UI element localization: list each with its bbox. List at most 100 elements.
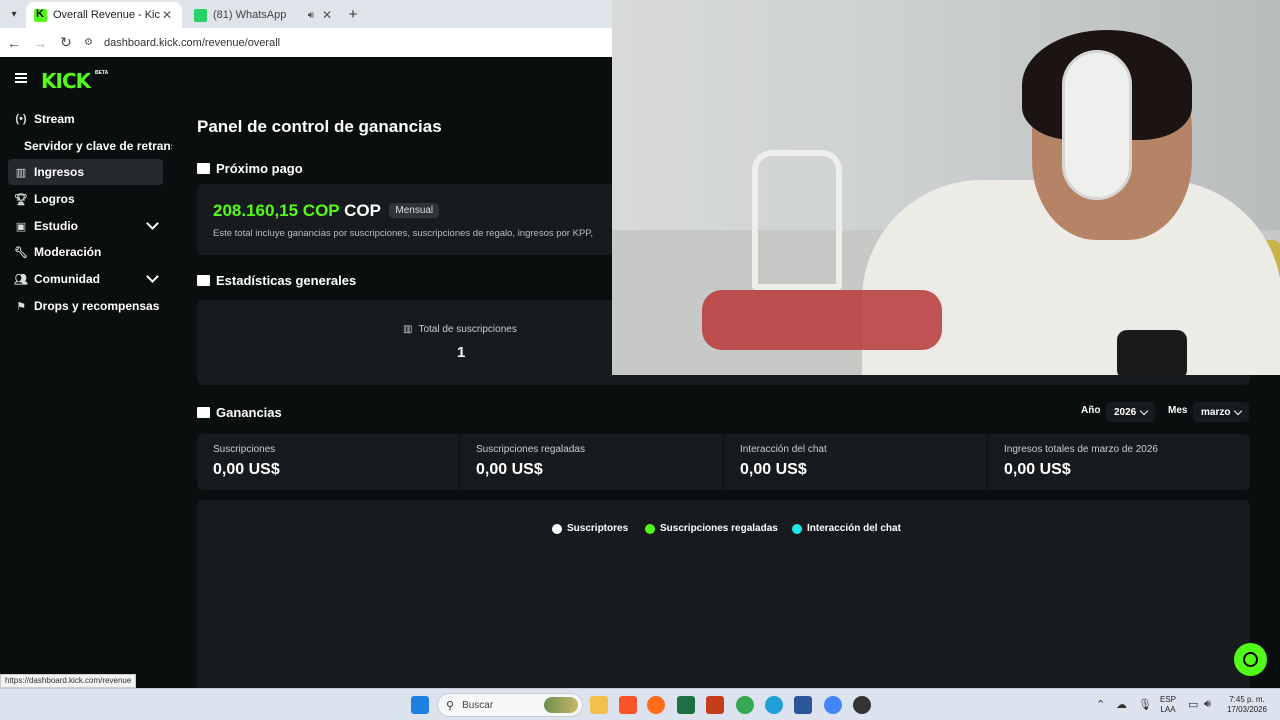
legend-item-chat[interactable]: Interacción del chat — [792, 523, 901, 534]
taskbar-search[interactable]: ⚲ Buscar — [437, 693, 583, 717]
webcam-shirt-print — [702, 290, 942, 350]
legend-label: Suscripciones regaladas — [660, 523, 778, 534]
taskbar: ⚲ Buscar ⌃ ☁ 🎙︎ ESP LAA ▭ 🔊︎ 7:45 p. m. … — [0, 688, 1280, 720]
page-title: Panel de control de ganancias — [197, 117, 442, 136]
new-tab-button[interactable]: + — [344, 5, 362, 23]
earnings-value: 0,00 US$ — [476, 461, 543, 478]
sidebar-item-ingresos[interactable]: ▥ Ingresos — [8, 159, 163, 185]
address-bar[interactable]: ⚙ dashboard.kick.com/revenue/overall — [84, 32, 612, 54]
sidebar-item-drops[interactable]: ⚑ Drops y recompensas — [8, 293, 163, 319]
earnings-gifted-subscriptions: Suscripciones regaladas 0,00 US$ — [460, 434, 723, 490]
webcam-chair — [752, 150, 842, 290]
app-icon[interactable] — [853, 696, 871, 714]
sidebar-item-estudio[interactable]: ▣ Estudio — [8, 213, 163, 239]
earnings-chat-interaction: Interacción del chat 0,00 US$ — [724, 434, 987, 490]
sidebar-item-stream[interactable]: (•) Stream — [8, 106, 163, 132]
network-icon[interactable]: ▭ — [1188, 698, 1198, 711]
reload-button[interactable]: ↻ — [54, 31, 78, 55]
windows-start-icon[interactable] — [411, 696, 429, 714]
close-icon[interactable]: ✕ — [160, 8, 174, 22]
speaker-icon[interactable]: 🔊︎ — [308, 10, 314, 21]
legend-dot — [552, 523, 562, 534]
chevron-down-icon[interactable] — [146, 217, 159, 230]
sidebar-item-moderacion[interactable]: 🔧︎ Moderación — [8, 239, 163, 265]
word-icon[interactable] — [794, 696, 812, 714]
edge-icon[interactable] — [765, 696, 783, 714]
legend-dot — [792, 523, 802, 534]
beta-badge: BETA — [95, 70, 109, 76]
payout-amount: 208.160,15 COP COP Mensual — [213, 201, 440, 221]
microphone-icon[interactable]: 🎙︎ — [1138, 698, 1152, 711]
powerpoint-icon[interactable] — [706, 696, 724, 714]
site-info-icon[interactable]: ⚙ — [84, 37, 98, 48]
file-explorer-icon[interactable] — [590, 696, 608, 714]
link-status-bar: https://dashboard.kick.com/revenue — [0, 674, 137, 688]
frequency-badge: Mensual — [389, 203, 440, 218]
sidebar-item-stream-key[interactable]: Servidor y clave de retransmisión — [24, 139, 172, 153]
cloud-icon[interactable]: ☁ — [1116, 698, 1127, 711]
kick-logo[interactable]: KICK — [41, 69, 91, 93]
tab-kick-dashboard[interactable]: Overall Revenue - Kick Dashbo ✕ — [26, 2, 182, 28]
payout-currency: COP — [344, 201, 381, 220]
chrome-icon[interactable] — [736, 696, 754, 714]
general-stats-heading: Estadísticas generales — [197, 273, 356, 288]
tab-whatsapp[interactable]: (81) WhatsApp 🔊︎ ✕ — [186, 2, 342, 28]
back-button[interactable]: ← — [2, 31, 26, 55]
users-icon: 👥︎ — [14, 273, 28, 286]
search-placeholder: Buscar — [462, 699, 494, 711]
earnings-value: 0,00 US$ — [213, 461, 280, 478]
language-bottom: LAA — [1160, 705, 1176, 714]
payout-description: Este total incluye ganancias por suscrip… — [213, 228, 594, 239]
firefox-icon[interactable] — [647, 696, 665, 714]
payout-value: 208.160,15 COP — [213, 201, 340, 220]
close-icon[interactable]: ✕ — [320, 8, 334, 22]
tab-search-chevron-icon[interactable]: ▾ — [4, 4, 24, 24]
excel-icon[interactable] — [677, 696, 695, 714]
next-payout-heading: Próximo pago — [197, 161, 303, 176]
broadcast-icon: (•) — [15, 113, 27, 125]
chevron-up-icon[interactable]: ⌃ — [1096, 698, 1105, 711]
search-highlight-image — [544, 697, 578, 713]
legend-item-gifted[interactable]: Suscripciones regaladas — [645, 523, 778, 534]
earnings-value: 0,00 US$ — [1004, 461, 1071, 478]
volume-icon[interactable]: 🔊︎ — [1204, 698, 1211, 711]
headphones — [1062, 50, 1132, 200]
language-indicator[interactable]: ESP LAA — [1160, 695, 1176, 715]
year-select[interactable]: 2026 — [1106, 402, 1156, 422]
chrome-profile-icon[interactable] — [824, 696, 842, 714]
month-value: marzo — [1201, 406, 1231, 418]
trophy-icon: 🏆︎ — [14, 193, 28, 206]
support-chat-button[interactable] — [1234, 643, 1267, 676]
sidebar-item-logros[interactable]: 🏆︎ Logros — [8, 186, 163, 212]
sidebar-item-comunidad[interactable]: 👥︎ Comunidad — [8, 266, 163, 292]
url-text: dashboard.kick.com/revenue/overall — [104, 36, 281, 49]
total-subs-label: ▥ Total de suscripciones — [403, 324, 517, 335]
earnings-value: 0,00 US$ — [740, 461, 807, 478]
earnings-total: Ingresos totales de marzo de 2026 0,00 U… — [988, 434, 1250, 490]
sidebar-item-label: Drops y recompensas — [34, 299, 160, 313]
chart-icon: ▥ — [403, 324, 413, 335]
chevron-down-icon[interactable] — [146, 270, 159, 283]
sidebar-item-label: Comunidad — [34, 272, 100, 286]
section-title: Estadísticas generales — [216, 273, 357, 288]
earnings-heading: Ganancias — [197, 405, 282, 420]
year-value: 2026 — [1114, 406, 1137, 418]
menu-icon[interactable] — [15, 73, 27, 83]
earnings-label: Ingresos totales de marzo de 2026 — [1004, 444, 1158, 455]
studio-icon: ▣ — [15, 220, 27, 233]
tab-title: (81) WhatsApp — [213, 9, 287, 21]
legend-item-subscribers[interactable]: Suscriptores — [552, 523, 628, 534]
brave-icon[interactable] — [619, 696, 637, 714]
earnings-label: Suscripciones — [213, 444, 276, 455]
sidebar-item-label: Moderación — [34, 245, 102, 259]
chevron-down-icon — [1234, 406, 1243, 415]
whatsapp-favicon-icon — [194, 8, 207, 22]
wallet-icon — [197, 163, 210, 174]
gift-icon: ⚑ — [16, 300, 26, 313]
sidebar-item-label: Stream — [34, 112, 75, 126]
search-icon: ⚲ — [446, 699, 455, 712]
clock[interactable]: 7:45 p. m. 17/03/2026 — [1224, 695, 1270, 715]
month-select[interactable]: marzo — [1193, 402, 1250, 422]
forward-button[interactable]: → — [28, 31, 52, 55]
clock-time: 7:45 p. m. — [1229, 695, 1265, 704]
